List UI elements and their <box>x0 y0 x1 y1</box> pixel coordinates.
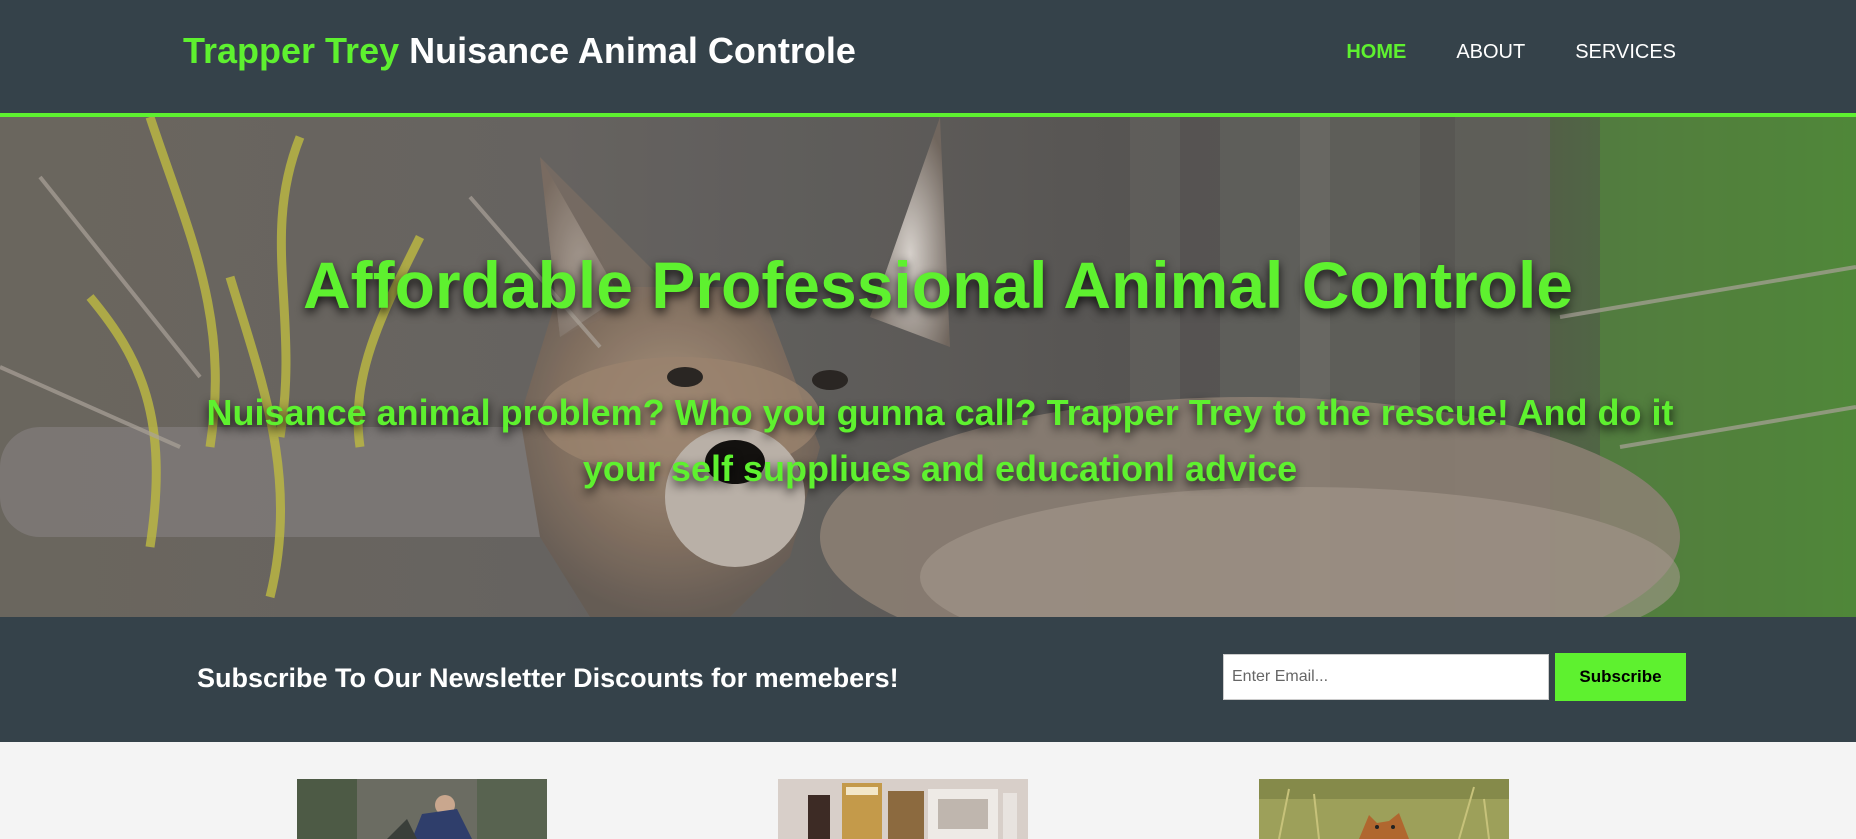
site-header: Trapper Trey Nuisance Animal Controle HO… <box>0 0 1856 117</box>
trapper-photo <box>297 779 547 839</box>
coyote-photo <box>0 117 1856 617</box>
hero-subtitle: Nuisance animal problem? Who you gunna c… <box>206 392 1674 489</box>
subscribe-button[interactable]: Subscribe <box>1555 653 1686 701</box>
site-logo[interactable]: Trapper Trey Nuisance Animal Controle <box>183 30 856 72</box>
newsletter-title: Subscribe To Our Newsletter Discounts fo… <box>197 663 899 693</box>
supplies-photo <box>778 779 1028 839</box>
brand-highlight: Trapper Trey <box>183 30 400 71</box>
showcase: Affordable Professional Animal Controle … <box>0 117 1856 617</box>
hero-title: Affordable Professional Animal Controle <box>302 248 1574 322</box>
nav-services[interactable]: SERVICES <box>1575 41 1676 64</box>
brand-rest: Nuisance Animal Controle <box>409 30 856 71</box>
main-nav: HOME ABOUT SERVICES <box>1346 41 1676 64</box>
nav-home[interactable]: HOME <box>1346 41 1406 64</box>
nav-about[interactable]: ABOUT <box>1456 41 1525 64</box>
newsletter: Subscribe To Our Newsletter Discounts fo… <box>0 617 1856 742</box>
boxes-section <box>0 742 1856 839</box>
email-input[interactable] <box>1223 654 1549 700</box>
fox-photo <box>1259 779 1509 839</box>
